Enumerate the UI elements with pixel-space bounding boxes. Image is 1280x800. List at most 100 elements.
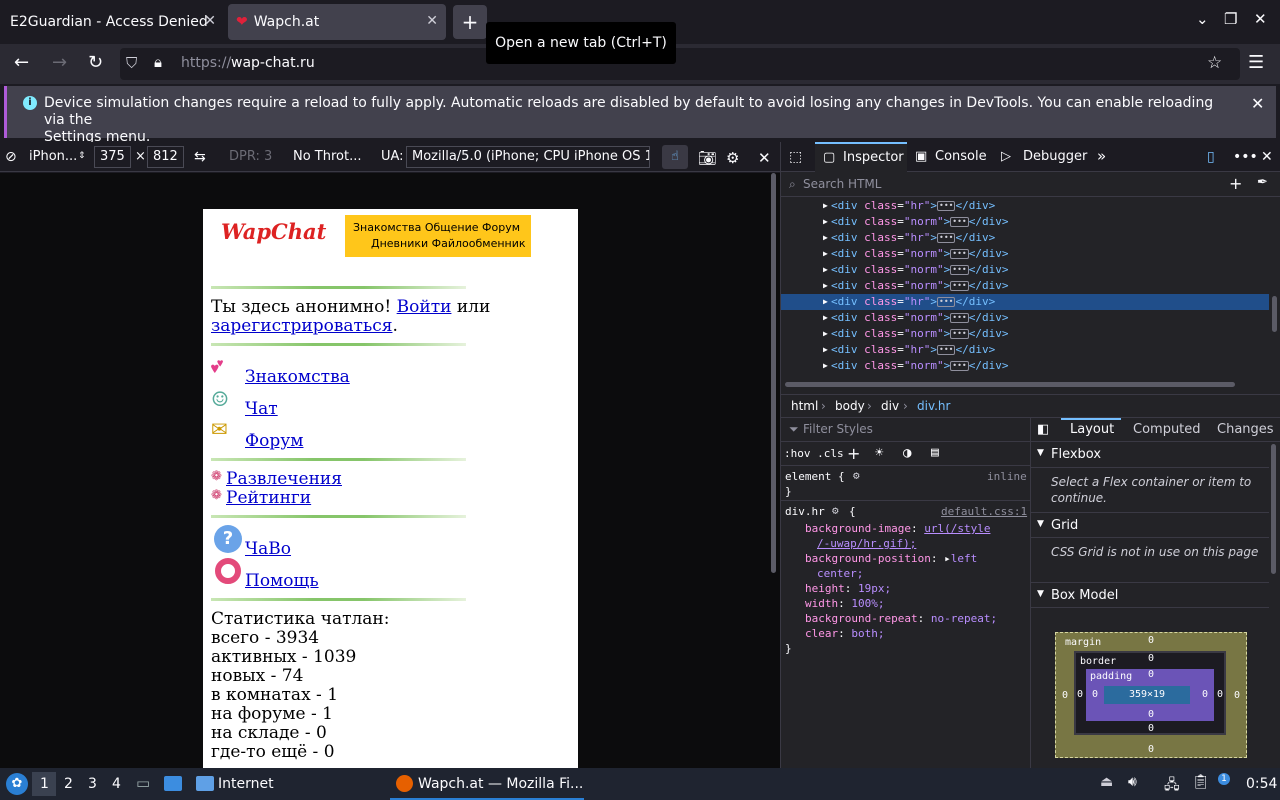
tab-wapchat[interactable]: ❤ Wapch.at ✕ <box>228 4 446 40</box>
prop-background-image[interactable]: background-image: url(/style <box>805 522 990 535</box>
expand-arrow-icon[interactable]: ▶ <box>823 214 828 230</box>
markup-node[interactable]: ▶ <div class="norm"> ••• </div> <box>821 246 1008 262</box>
markup-node[interactable]: ▶ <div class="norm"> ••• </div> <box>821 262 1008 278</box>
ellipsis-icon[interactable]: ••• <box>950 281 969 291</box>
device-select[interactable]: iPhon... <box>29 149 77 164</box>
tab-e2guardian[interactable]: E2Guardian - Access Denied ✕ <box>0 4 224 40</box>
expand-arrow-icon[interactable]: ▶ <box>823 342 828 358</box>
desktop-icon[interactable] <box>164 776 182 791</box>
print-icon[interactable]: ▤ <box>931 445 939 460</box>
expand-arrow-icon[interactable]: ▶ <box>823 246 828 262</box>
menu-icon[interactable]: ☰ <box>1248 52 1264 73</box>
menu-link-ratings[interactable]: Рейтинги <box>226 488 311 508</box>
markup-node[interactable]: ▶ <div class="norm"> ••• </div> <box>821 278 1008 294</box>
back-icon[interactable]: ← <box>14 52 29 73</box>
url-bar[interactable]: ⛉ 🔒︎ https:// wap-chat.ru ☆ <box>120 48 1240 80</box>
screenshot-icon[interactable]: 📷︎ <box>698 149 717 167</box>
taskbar-window-firefox[interactable]: Wapch.at — Mozilla Fi... <box>390 768 584 800</box>
hov-cls-toggle[interactable]: :hov .cls <box>784 447 844 460</box>
markup-node[interactable]: ▶ <div class="norm"> ••• </div> <box>821 214 1008 230</box>
close-icon[interactable]: ✕ <box>1251 94 1264 113</box>
markup-node[interactable]: ▶ <div class="hr"> ••• </div> <box>781 294 1269 310</box>
markup-node[interactable]: ▶ <div class="norm"> ••• </div> <box>821 310 1008 326</box>
responsive-icon[interactable]: ▯ <box>1207 149 1215 165</box>
new-tab-button[interactable]: + <box>453 5 487 39</box>
start-menu-icon[interactable]: ✿ <box>6 773 28 795</box>
markup-node[interactable]: ▶ <div class="norm"> ••• </div> <box>821 358 1008 374</box>
filter-styles[interactable]: ⏷ Filter Styles <box>781 418 1030 442</box>
network-icon[interactable]: 🖧 <box>1164 774 1180 798</box>
prop-background-position[interactable]: background-position: ▸left <box>805 552 977 565</box>
flexbox-section[interactable]: ▼ Flexbox <box>1031 442 1269 468</box>
boxmodel-section[interactable]: ▼ Box Model <box>1031 582 1269 608</box>
expand-arrow-icon[interactable]: ▶ <box>823 262 828 278</box>
ellipsis-icon[interactable]: ••• <box>937 233 956 243</box>
notification-icon[interactable]: 1 <box>1218 773 1230 785</box>
dark-theme-icon[interactable]: ◑ <box>903 445 911 461</box>
close-rdm-icon[interactable]: ✕ <box>758 149 771 167</box>
login-link[interactable]: Войти <box>397 297 452 317</box>
chevron-down-icon[interactable]: ⌄ <box>1196 10 1209 28</box>
expand-arrow-icon[interactable]: ▶ <box>823 358 828 374</box>
rule-source-link[interactable]: default.css:1 <box>941 505 1027 518</box>
prop-height[interactable]: height: 19px; <box>805 582 891 595</box>
reload-icon[interactable]: ↻ <box>88 52 103 73</box>
crumb-div[interactable]: div <box>881 399 899 413</box>
tray-storage-icon[interactable]: ⏏ <box>1100 774 1113 790</box>
prop-clear[interactable]: clear: both; <box>805 627 885 640</box>
close-devtools-icon[interactable]: ✕ <box>1261 149 1273 165</box>
forward-icon[interactable]: → <box>52 52 67 73</box>
ellipsis-icon[interactable]: ••• <box>950 217 969 227</box>
tree-scrollbar-v[interactable] <box>1272 296 1277 332</box>
tab-changes[interactable]: Changes <box>1217 422 1274 437</box>
ellipsis-icon[interactable]: ••• <box>937 297 956 307</box>
ellipsis-icon[interactable]: ••• <box>937 201 956 211</box>
tab-console[interactable]: Console <box>935 149 987 164</box>
ellipsis-icon[interactable]: ••• <box>950 329 969 339</box>
html-search[interactable]: ⌕ Search HTML + ✒ <box>781 172 1280 197</box>
ellipsis-icon[interactable]: ••• <box>950 361 969 371</box>
more-tabs-icon[interactable]: » <box>1097 147 1106 165</box>
menu-link-chat[interactable]: Чат <box>245 399 278 419</box>
workspace-1[interactable]: 1 <box>40 776 49 792</box>
markup-node[interactable]: ▶ <div class="hr"> ••• </div> <box>821 198 995 214</box>
menu-link-dating[interactable]: Знакомства <box>245 367 350 387</box>
files-icon[interactable]: ▭ <box>136 774 150 792</box>
menu-link-forum[interactable]: Форум <box>245 431 303 451</box>
ua-input[interactable]: Mozilla/5.0 (iPhone; CPU iPhone OS 14_( <box>406 146 650 168</box>
gear-icon[interactable]: ⚙ <box>853 469 860 482</box>
tab-computed[interactable]: Computed <box>1133 422 1201 437</box>
prop-width[interactable]: width: 100%; <box>805 597 885 610</box>
crumb-div-hr[interactable]: div.hr <box>917 399 950 413</box>
viewport-scrollbar[interactable] <box>771 173 776 573</box>
workspace-3[interactable]: 3 <box>88 776 97 792</box>
dpr-select[interactable]: DPR: 3 <box>229 149 272 164</box>
expand-arrow-icon[interactable]: ▶ <box>823 310 828 326</box>
expand-arrow-icon[interactable]: ▶ <box>823 230 828 246</box>
shield-icon[interactable]: ⛉ <box>126 54 137 72</box>
internet-folder[interactable]: Internet <box>218 776 274 792</box>
clipboard-icon[interactable]: 📋︎ <box>1192 774 1210 790</box>
expand-arrow-icon[interactable]: ▶ <box>823 294 828 310</box>
tab-inspector[interactable]: ▢ Inspector <box>815 142 907 172</box>
markup-node[interactable]: ▶ <div class="hr"> ••• </div> <box>821 342 995 358</box>
grid-section[interactable]: ▼ Grid <box>1031 512 1269 538</box>
close-window-icon[interactable]: ✕ <box>1254 10 1267 28</box>
expand-arrow-icon[interactable]: ▶ <box>823 198 828 214</box>
crumb-body[interactable]: body <box>835 399 865 413</box>
gear-off-icon[interactable]: ⊘ <box>5 149 17 165</box>
restore-icon[interactable]: ❐ <box>1224 10 1237 28</box>
gear-icon[interactable]: ⚙ <box>832 504 839 517</box>
close-icon[interactable]: ✕ <box>426 13 438 29</box>
tab-debugger[interactable]: Debugger <box>1023 149 1087 164</box>
ellipsis-icon[interactable]: ••• <box>950 265 969 275</box>
add-rule-icon[interactable]: + <box>847 444 860 463</box>
ellipsis-icon[interactable]: ••• <box>950 249 969 259</box>
workspace-4[interactable]: 4 <box>112 776 121 792</box>
rotate-icon[interactable]: ⇆ <box>194 149 206 165</box>
picker-icon[interactable]: ⬚ <box>789 149 802 165</box>
ellipsis-icon[interactable]: ••• <box>950 313 969 323</box>
light-theme-icon[interactable]: ☀ <box>875 445 883 461</box>
close-icon[interactable]: ✕ <box>204 13 216 29</box>
menu-link-fun[interactable]: Развлечения <box>226 469 342 489</box>
